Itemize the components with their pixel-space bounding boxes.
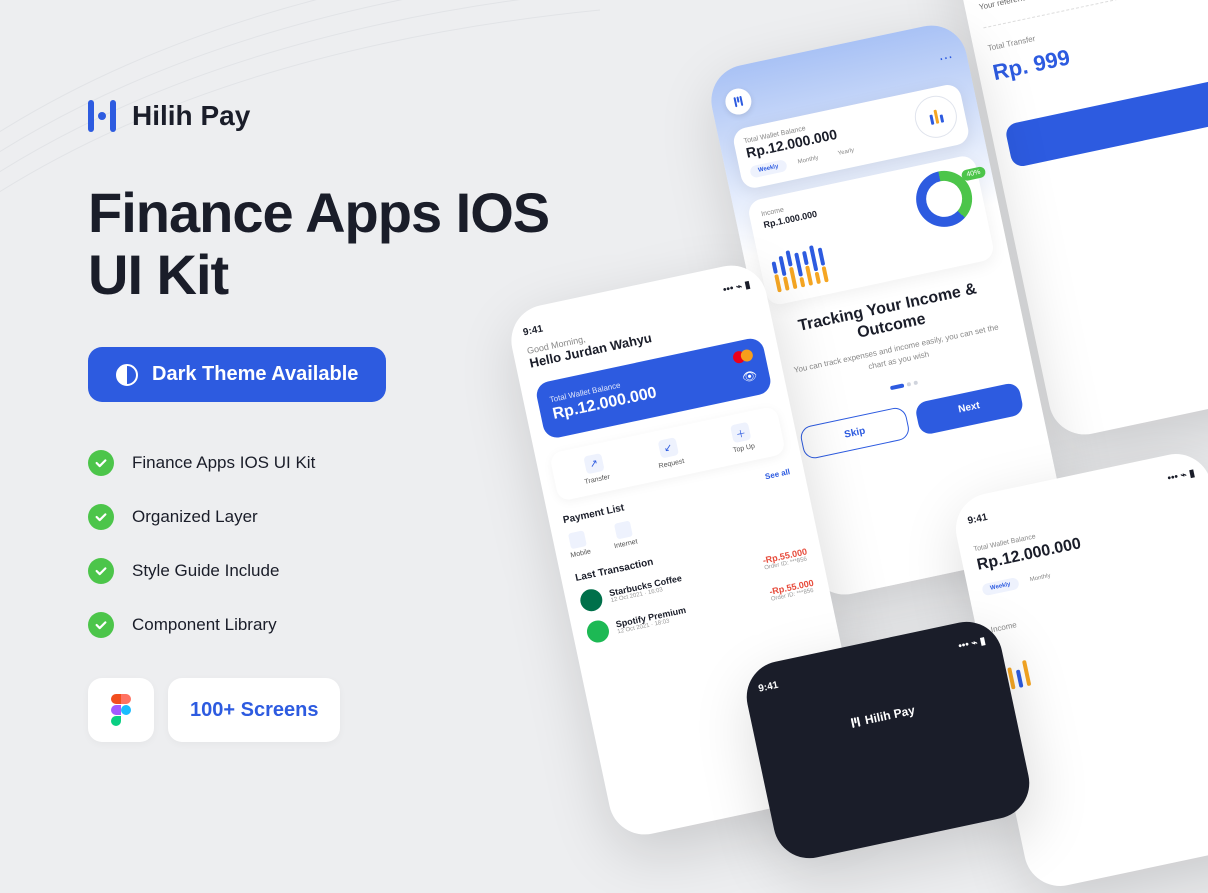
primary-button[interactable] xyxy=(1004,77,1208,168)
feature-text: Organized Layer xyxy=(132,507,258,527)
tab-monthly[interactable]: Monthly xyxy=(789,151,828,170)
action-topup[interactable]: ＋Top Up xyxy=(728,421,756,454)
figma-icon xyxy=(110,694,132,726)
feature-text: Finance Apps IOS UI Kit xyxy=(132,453,315,473)
tab-monthly[interactable]: Monthly xyxy=(1021,568,1060,587)
mockup-cluster: Transaction don on 12 December Your refe… xyxy=(528,0,1208,880)
feature-list: Finance Apps IOS UI Kit Organized Layer … xyxy=(88,450,600,638)
tab-yearly[interactable]: Yearly xyxy=(829,143,863,161)
donut-percent: 40% xyxy=(961,166,987,182)
feature-item: Finance Apps IOS UI Kit xyxy=(88,450,600,476)
signal-icon: ••• ⌁ ▮ xyxy=(722,279,751,295)
brand-logo-icon xyxy=(88,100,116,132)
eye-off-icon[interactable]: 👁 xyxy=(741,368,759,385)
brand-name: Hilih Pay xyxy=(132,100,250,132)
next-button[interactable]: Next xyxy=(914,381,1025,435)
action-request[interactable]: ↙Request xyxy=(654,436,686,470)
brand-name-dark: Hilih Pay xyxy=(864,703,916,727)
feature-item: Component Library xyxy=(88,612,600,638)
brand-logo-row: Hilih Pay xyxy=(88,100,600,132)
tab-weekly[interactable]: Weekly xyxy=(981,577,1019,596)
app-logo-icon xyxy=(723,86,754,117)
check-icon xyxy=(88,504,114,530)
headline: Finance Apps IOS UI Kit xyxy=(88,182,600,305)
feature-item: Style Guide Include xyxy=(88,558,600,584)
signal-icon: ••• ⌁ ▮ xyxy=(957,636,986,652)
menu-icon[interactable]: ⋯ xyxy=(937,48,954,68)
signal-icon: ••• ⌁ ▮ xyxy=(1167,468,1196,484)
half-moon-icon xyxy=(116,364,138,386)
see-all-link[interactable]: See all xyxy=(764,467,791,483)
dark-theme-label: Dark Theme Available xyxy=(152,363,358,386)
tab-weekly[interactable]: Weekly xyxy=(749,159,787,178)
feature-text: Component Library xyxy=(132,615,277,635)
screens-count-badge: 100+ Screens xyxy=(168,678,340,742)
skip-button[interactable]: Skip xyxy=(799,405,912,460)
feature-text: Style Guide Include xyxy=(132,561,279,581)
feature-item: Organized Layer xyxy=(88,504,600,530)
figma-badge xyxy=(88,678,154,742)
check-icon xyxy=(88,558,114,584)
dark-theme-badge: Dark Theme Available xyxy=(88,347,386,402)
pay-internet[interactable]: Internet xyxy=(610,520,639,550)
check-icon xyxy=(88,450,114,476)
check-icon xyxy=(88,612,114,638)
